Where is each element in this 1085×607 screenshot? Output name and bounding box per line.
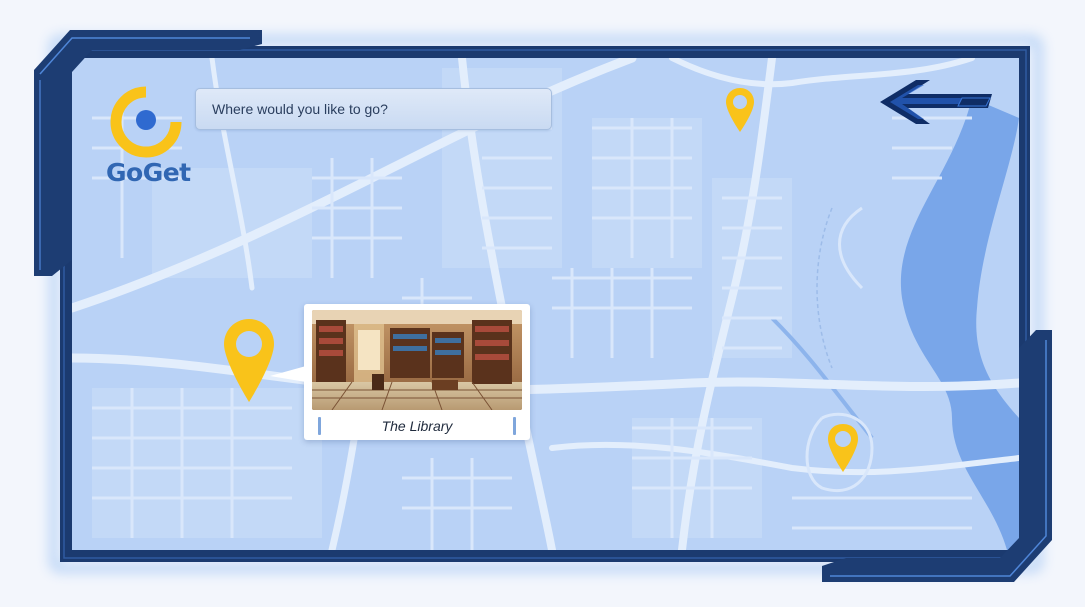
- location-pin-library[interactable]: [221, 316, 277, 406]
- library-interior-image: [312, 310, 522, 410]
- location-card[interactable]: The Library: [270, 304, 530, 440]
- game-screen: GoGet Where would you like to go? The Li…: [0, 0, 1085, 607]
- app-logo-text: GoGet: [106, 158, 191, 187]
- location-pin-north[interactable]: [724, 86, 756, 136]
- destination-search-input[interactable]: Where would you like to go?: [195, 88, 552, 130]
- search-prompt-text: Where would you like to go?: [212, 101, 388, 117]
- location-title: The Library: [381, 418, 453, 434]
- back-arrow-icon[interactable]: [876, 76, 998, 128]
- location-pin-east[interactable]: [826, 422, 860, 476]
- card-pointer: [270, 366, 306, 382]
